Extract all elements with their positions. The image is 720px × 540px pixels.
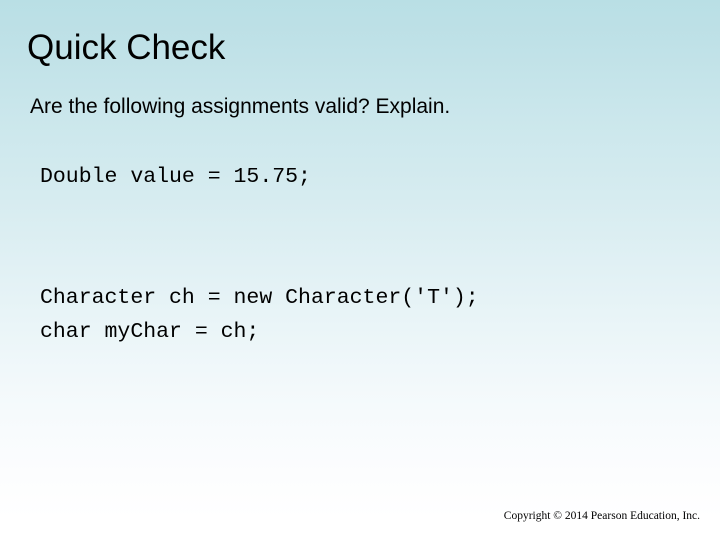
- copyright-notice: Copyright © 2014 Pearson Education, Inc.: [503, 510, 700, 522]
- page-title: Quick Check: [27, 28, 226, 67]
- slide-subtitle: Are the following assignments valid? Exp…: [30, 95, 451, 118]
- code-block-second: Character ch = new Character('T'); char m…: [40, 281, 479, 349]
- code-block-first: Double value = 15.75;: [40, 160, 311, 194]
- code-line: Character ch = new Character('T');: [40, 286, 479, 310]
- slide-canvas: Quick Check Are the following assignment…: [0, 0, 720, 540]
- code-line: char myChar = ch;: [40, 320, 260, 344]
- code-line: Double value = 15.75;: [40, 165, 311, 189]
